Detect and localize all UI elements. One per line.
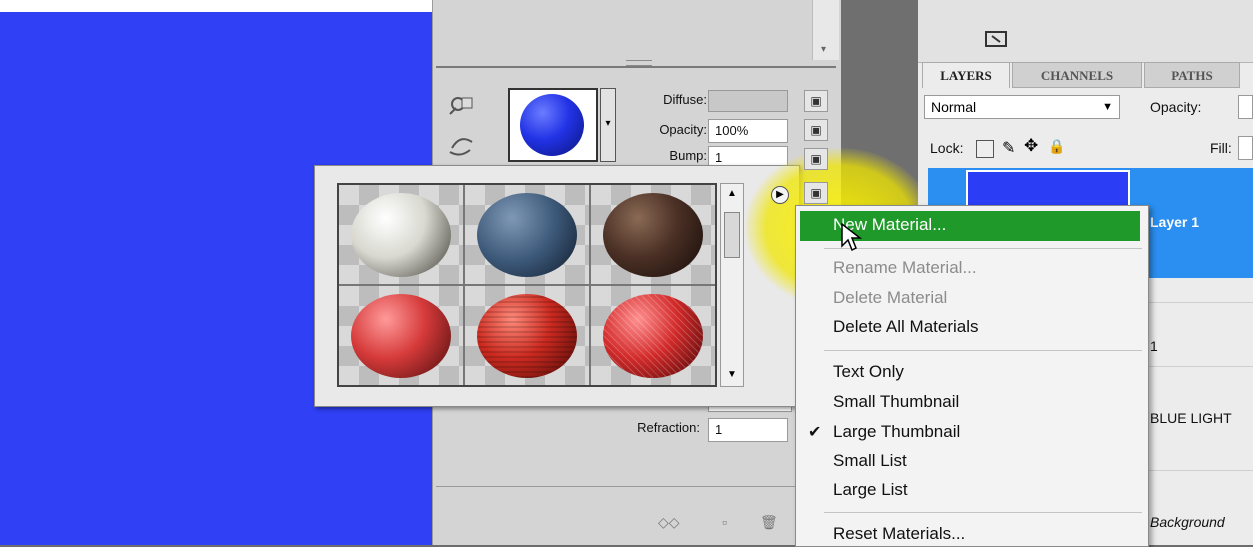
scroll-down-icon[interactable]: ▾: [821, 44, 826, 55]
opacity-label: Opacity:: [659, 122, 707, 137]
refraction-field[interactable]: 1: [708, 418, 788, 442]
picker-menu-arrow-icon[interactable]: ▶: [771, 186, 789, 204]
material-thumb-dark-brown[interactable]: [591, 185, 715, 284]
tab-paths[interactable]: PATHS: [1144, 62, 1240, 88]
layer-row-text[interactable]: BLUE LIGHT: [1150, 410, 1232, 426]
material-thumb-red-woven[interactable]: [465, 286, 589, 385]
menu-item-small-list[interactable]: Small List: [833, 451, 907, 471]
layer-name[interactable]: Layer 1: [1150, 214, 1199, 230]
scroll-up-icon[interactable]: ▲: [727, 188, 737, 199]
menu-item-large-thumbnail[interactable]: Large Thumbnail: [833, 422, 960, 442]
panel-dock-header: [918, 0, 1253, 63]
sphere-icon: [603, 193, 703, 277]
material-thumb-red-mesh[interactable]: [591, 286, 715, 385]
sphere-icon: [351, 294, 451, 378]
mouse-cursor-icon: [840, 222, 864, 254]
bump-texture-button[interactable]: ▣: [804, 148, 828, 170]
new-item-icon[interactable]: ▫: [722, 514, 727, 530]
toggle-lights-icon[interactable]: ◇◇: [658, 514, 680, 531]
diffuse-color-swatch[interactable]: [708, 90, 788, 112]
bump-label: Bump:: [669, 148, 707, 163]
menu-item-rename-material[interactable]: Rename Material...: [833, 258, 977, 278]
lock-all-icon[interactable]: 🔒: [1048, 138, 1065, 155]
3d-roll-icon[interactable]: [446, 130, 478, 158]
picker-scroll-thumb[interactable]: [724, 212, 740, 258]
menu-item-text-only[interactable]: Text Only: [833, 362, 904, 382]
panel-footer-divider: [436, 486, 836, 487]
menu-separator: [824, 248, 1142, 249]
menu-item-small-thumbnail[interactable]: Small Thumbnail: [833, 392, 959, 412]
chevron-down-icon: ▼: [1102, 101, 1113, 113]
texture-button[interactable]: ▣: [804, 182, 828, 204]
diffuse-label: Diffuse:: [663, 92, 707, 107]
material-thumb-red-knit[interactable]: [339, 286, 463, 385]
sphere-icon: [477, 193, 577, 277]
preview-sphere: [520, 94, 584, 156]
menu-item-large-list[interactable]: Large List: [833, 480, 908, 500]
layer-row-text[interactable]: Background: [1150, 514, 1225, 530]
panel-divider: [436, 66, 836, 68]
menu-item-delete-all-materials[interactable]: Delete All Materials: [833, 317, 979, 337]
scroll-down-icon[interactable]: ▼: [727, 369, 737, 380]
3d-object-rotate-icon[interactable]: [446, 92, 478, 120]
material-preview[interactable]: [508, 88, 598, 162]
expand-panels-icon[interactable]: [984, 30, 1012, 50]
menu-item-delete-material[interactable]: Delete Material: [833, 288, 947, 308]
material-thumb-steel-blue[interactable]: [465, 185, 589, 284]
panel-scrollbar[interactable]: ▾: [812, 0, 839, 60]
refraction-label: Refraction:: [637, 420, 700, 435]
material-thumbnail-grid: [337, 183, 717, 387]
menu-item-reset-materials[interactable]: Reset Materials...: [833, 524, 965, 544]
diffuse-texture-button[interactable]: ▣: [804, 90, 828, 112]
blend-mode-select[interactable]: Normal ▼: [924, 95, 1120, 119]
checkmark-icon: ✔: [808, 424, 822, 441]
lock-label: Lock:: [930, 140, 964, 156]
opacity-texture-button[interactable]: ▣: [804, 119, 828, 141]
menu-separator: [824, 512, 1142, 513]
lock-transparent-icon[interactable]: [976, 140, 994, 158]
lock-paint-icon[interactable]: ✎: [1002, 138, 1015, 158]
tab-layers[interactable]: LAYERS: [922, 62, 1010, 88]
fill-field[interactable]: [1238, 136, 1253, 160]
tab-channels[interactable]: CHANNELS: [1012, 62, 1142, 88]
material-thumb-white[interactable]: [339, 185, 463, 284]
sphere-icon: [477, 294, 577, 378]
sphere-icon: [351, 193, 451, 277]
blend-mode-value: Normal: [931, 99, 977, 115]
delete-icon[interactable]: 🗑: [760, 514, 778, 531]
layer-row-text[interactable]: 1: [1150, 338, 1158, 354]
layer-opacity-label: Opacity:: [1150, 99, 1202, 115]
fill-label: Fill:: [1210, 140, 1232, 156]
sphere-icon: [603, 294, 703, 378]
menu-separator: [824, 350, 1142, 351]
opacity-field[interactable]: 100%: [708, 119, 788, 143]
layer-opacity-field[interactable]: [1238, 95, 1253, 119]
lock-move-icon[interactable]: ✥: [1024, 136, 1038, 156]
